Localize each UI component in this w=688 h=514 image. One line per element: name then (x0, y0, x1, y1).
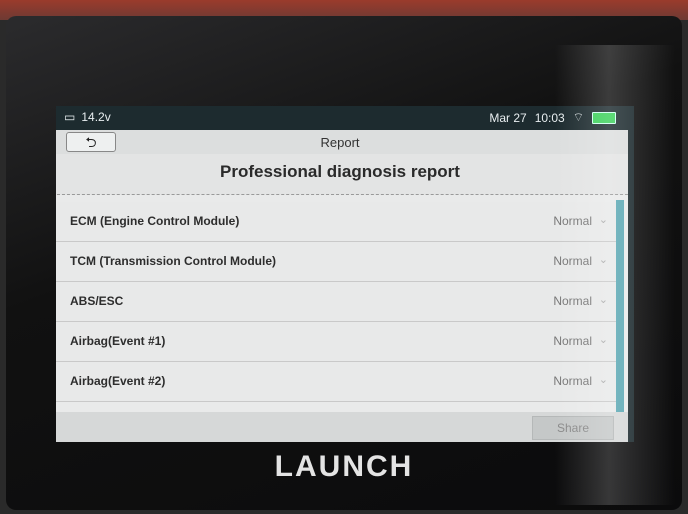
report-header: Professional diagnosis report (56, 154, 628, 195)
module-row-airbag-1[interactable]: Airbag(Event #1) Normal ⌄ (56, 322, 618, 362)
module-row-ecm[interactable]: ECM (Engine Control Module) Normal ⌄ (56, 202, 618, 242)
module-name: TCM (Transmission Control Module) (70, 254, 276, 268)
wifi-icon: ⌔ (572, 110, 584, 124)
status-bar: ▭ 14.2v Mar 27 10:03 ⌔ (56, 106, 634, 130)
module-list: ECM (Engine Control Module) Normal ⌄ TCM… (56, 202, 618, 402)
chevron-down-icon: ⌄ (598, 374, 608, 386)
module-name: Airbag(Event #2) (70, 374, 166, 388)
chevron-down-icon: ⌄ (598, 214, 608, 226)
module-status: Normal (553, 214, 592, 228)
module-name: ABS/ESC (70, 294, 124, 308)
report-heading: Professional diagnosis report (220, 162, 460, 181)
brand-logo: LAUNCH (274, 450, 414, 483)
module-name: Airbag(Event #1) (70, 334, 166, 348)
module-status: Normal (553, 334, 592, 348)
chevron-down-icon: ⌄ (598, 334, 608, 346)
car-battery-icon: ▭ (64, 110, 76, 124)
module-row-airbag-2[interactable]: Airbag(Event #2) Normal ⌄ (56, 362, 618, 402)
window-title: Report (320, 135, 360, 150)
module-status: Normal (553, 374, 592, 388)
share-button[interactable]: Share (532, 416, 614, 440)
battery-icon (592, 111, 616, 124)
chevron-down-icon: ⌄ (598, 254, 608, 266)
voltage-readout: 14.2v (81, 110, 111, 124)
report-window: ⮌ Report Professional diagnosis report E… (56, 130, 628, 442)
module-name: ECM (Engine Control Module) (70, 214, 240, 228)
date-label: Mar 27 (489, 110, 527, 125)
module-row-abs[interactable]: ABS/ESC Normal ⌄ (56, 282, 618, 322)
scroll-accent (616, 200, 624, 420)
footer-bar: Share (56, 412, 628, 442)
module-status: Normal (553, 294, 592, 308)
module-row-tcm[interactable]: TCM (Transmission Control Module) Normal… (56, 242, 618, 282)
module-status: Normal (553, 254, 592, 268)
title-bar: ⮌ Report (56, 130, 628, 155)
chevron-down-icon: ⌄ (598, 294, 608, 306)
time-label: 10:03 (534, 110, 565, 125)
tablet-screen: ▭ 14.2v Mar 27 10:03 ⌔ ⮌ Report Professi… (56, 106, 634, 442)
